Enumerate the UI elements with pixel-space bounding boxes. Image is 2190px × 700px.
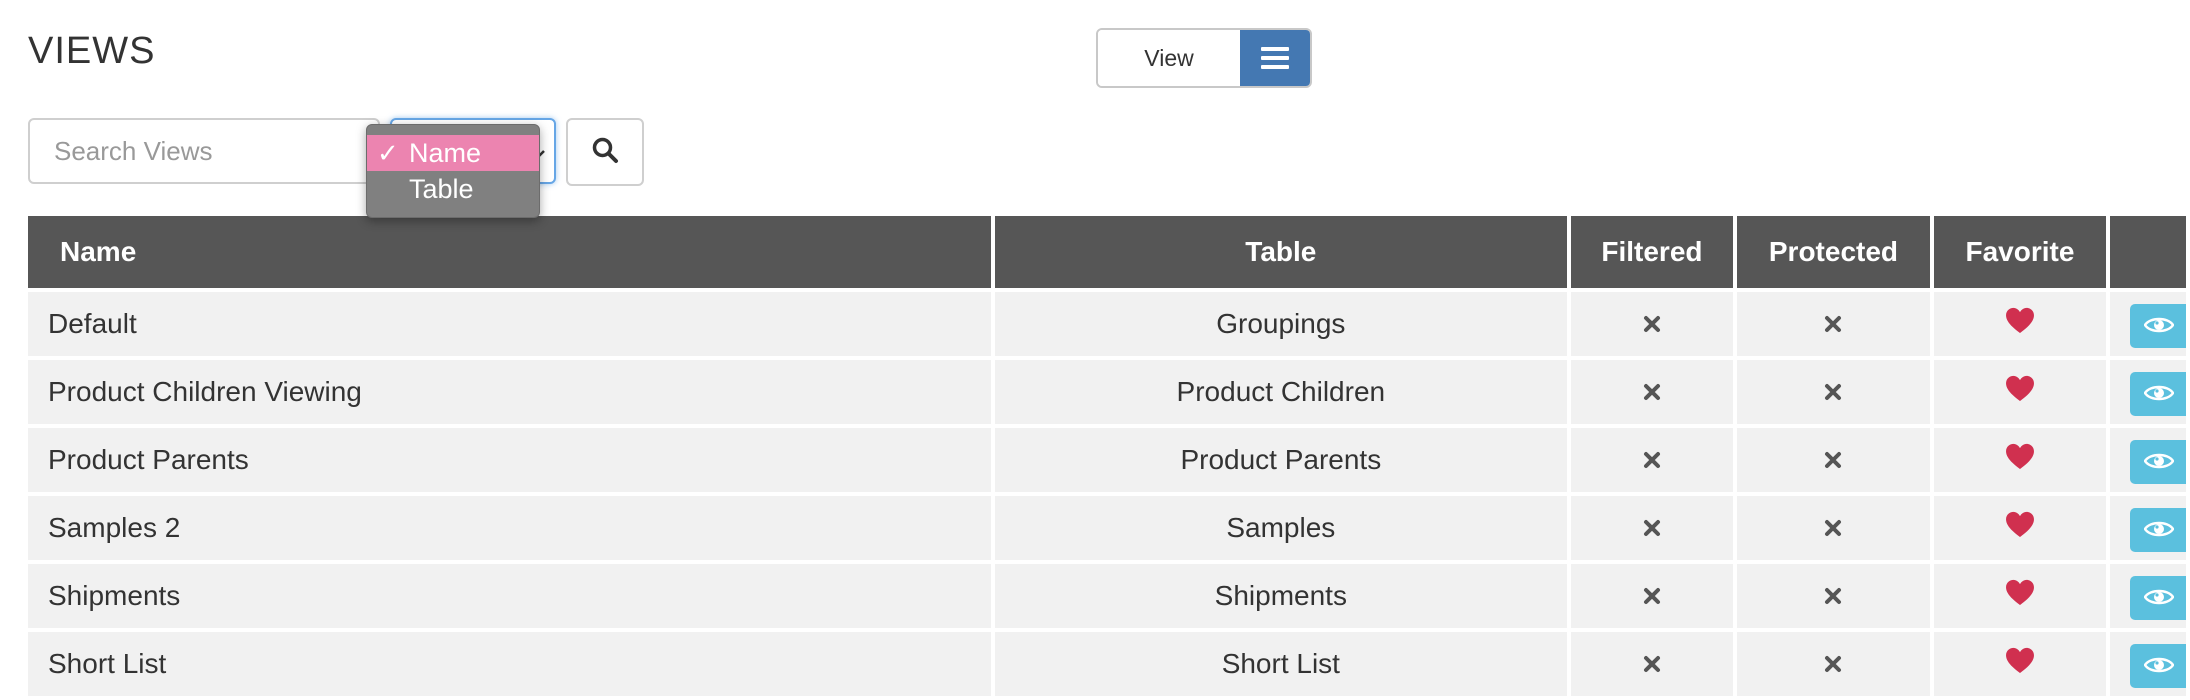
x-icon (1642, 649, 1662, 681)
cell-actions (2110, 564, 2186, 628)
x-icon (1823, 309, 1843, 341)
view-row-button[interactable] (2130, 304, 2186, 348)
x-icon (1642, 309, 1662, 341)
x-icon (1823, 581, 1843, 613)
view-toggle: View (1096, 28, 1312, 88)
cell-table: Samples (995, 496, 1567, 560)
search-input[interactable] (28, 118, 380, 184)
x-icon (1642, 581, 1662, 613)
cell-table: Shipments (995, 564, 1567, 628)
table-row[interactable]: Samples 2 Samples (28, 496, 2186, 560)
eye-icon (2143, 310, 2175, 342)
cell-protected (1737, 564, 1930, 628)
heart-icon[interactable] (2005, 375, 2035, 409)
heart-icon[interactable] (2005, 579, 2035, 613)
cell-favorite (1933, 632, 2107, 696)
cell-filtered (1570, 564, 1734, 628)
view-row-button[interactable] (2130, 644, 2186, 688)
search-icon (591, 136, 619, 169)
option-label: Table (409, 174, 474, 204)
x-icon (1823, 377, 1843, 409)
column-header-table[interactable]: Table (995, 216, 1567, 288)
cell-name[interactable]: Shipments (28, 564, 992, 628)
cell-filtered (1570, 632, 1734, 696)
eye-icon (2143, 446, 2175, 478)
table-row[interactable]: Product Parents Product Parents (28, 428, 2186, 492)
cell-table: Short List (995, 632, 1567, 696)
cell-actions (2110, 428, 2186, 492)
view-row-button[interactable] (2130, 508, 2186, 552)
cell-favorite (1933, 564, 2107, 628)
views-table: Name Table Filtered Protected Favorite D… (24, 212, 2190, 700)
column-header-actions (2110, 216, 2186, 288)
view-row-button[interactable] (2130, 372, 2186, 416)
cell-protected (1737, 360, 1930, 424)
cell-protected (1737, 428, 1930, 492)
view-row-button[interactable] (2130, 576, 2186, 620)
view-button[interactable]: View (1098, 30, 1240, 86)
table-row[interactable]: Default Groupings (28, 292, 2186, 356)
check-icon: ✓ (377, 138, 399, 168)
cell-name[interactable]: Product Children Viewing (28, 360, 992, 424)
x-icon (1642, 377, 1662, 409)
cell-name[interactable]: Default (28, 292, 992, 356)
bars-icon (1261, 42, 1289, 74)
x-icon (1823, 445, 1843, 477)
cell-actions (2110, 292, 2186, 356)
column-header-protected[interactable]: Protected (1737, 216, 1930, 288)
cell-favorite (1933, 360, 2107, 424)
table-row[interactable]: Product Children Viewing Product Children (28, 360, 2186, 424)
x-icon (1642, 445, 1662, 477)
heart-icon[interactable] (2005, 647, 2035, 681)
column-header-favorite[interactable]: Favorite (1933, 216, 2107, 288)
cell-favorite (1933, 292, 2107, 356)
column-header-filtered[interactable]: Filtered (1570, 216, 1734, 288)
column-header-name[interactable]: Name (28, 216, 992, 288)
cell-actions (2110, 360, 2186, 424)
cell-favorite (1933, 496, 2107, 560)
table-row[interactable]: Shipments Shipments (28, 564, 2186, 628)
x-icon (1642, 513, 1662, 545)
dropdown-option-name[interactable]: ✓ Name (367, 135, 539, 171)
table-row[interactable]: Short List Short List (28, 632, 2186, 696)
list-view-button[interactable] (1240, 30, 1310, 86)
cell-table: Product Children (995, 360, 1567, 424)
cell-actions (2110, 632, 2186, 696)
x-icon (1823, 649, 1843, 681)
option-label: Name (409, 138, 482, 168)
cell-name[interactable]: Product Parents (28, 428, 992, 492)
cell-name[interactable]: Samples 2 (28, 496, 992, 560)
cell-table: Product Parents (995, 428, 1567, 492)
cell-filtered (1570, 292, 1734, 356)
eye-icon (2143, 582, 2175, 614)
cell-filtered (1570, 360, 1734, 424)
page-title: VIEWS (28, 30, 156, 72)
search-button[interactable] (566, 118, 644, 186)
heart-icon[interactable] (2005, 307, 2035, 341)
eye-icon (2143, 378, 2175, 410)
heart-icon[interactable] (2005, 511, 2035, 545)
cell-actions (2110, 496, 2186, 560)
cell-protected (1737, 292, 1930, 356)
x-icon (1823, 513, 1843, 545)
cell-filtered (1570, 428, 1734, 492)
sort-dropdown-menu: ✓ Name Table (366, 124, 540, 218)
eye-icon (2143, 650, 2175, 682)
dropdown-option-table[interactable]: Table (367, 171, 539, 207)
cell-favorite (1933, 428, 2107, 492)
cell-name[interactable]: Short List (28, 632, 992, 696)
cell-filtered (1570, 496, 1734, 560)
cell-table: Groupings (995, 292, 1567, 356)
cell-protected (1737, 496, 1930, 560)
eye-icon (2143, 514, 2175, 546)
table-header-row: Name Table Filtered Protected Favorite (28, 216, 2186, 288)
view-row-button[interactable] (2130, 440, 2186, 484)
heart-icon[interactable] (2005, 443, 2035, 477)
cell-protected (1737, 632, 1930, 696)
